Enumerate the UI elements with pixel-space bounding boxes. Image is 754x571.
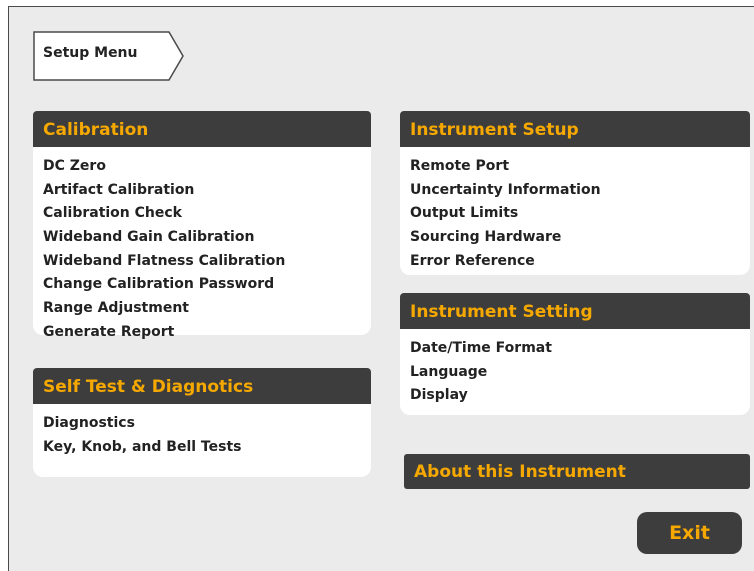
instrument-setup-list: Remote Port Uncertainty Information Outp… <box>400 147 750 274</box>
breadcrumb-label: Setup Menu <box>43 45 138 61</box>
menu-item-language[interactable]: Language <box>410 362 750 386</box>
menu-item-error-reference[interactable]: Error Reference <box>410 251 750 275</box>
menu-item-display[interactable]: Display <box>410 385 750 409</box>
calibration-panel: Calibration DC Zero Artifact Calibration… <box>33 111 371 340</box>
setup-menu-screen: Setup Menu Calibration DC Zero Artifact … <box>8 6 754 571</box>
breadcrumb[interactable]: Setup Menu <box>33 31 185 81</box>
menu-item-wideband-gain-calibration[interactable]: Wideband Gain Calibration <box>43 227 371 251</box>
self-test-panel: Self Test & Diagnotics Diagnostics Key, … <box>33 368 371 477</box>
calibration-list: DC Zero Artifact Calibration Calibration… <box>33 147 371 346</box>
instrument-setting-panel: Instrument Setting Date/Time Format Lang… <box>400 293 750 415</box>
instrument-setup-header: Instrument Setup <box>400 111 750 147</box>
menu-item-wideband-flatness-calibration[interactable]: Wideband Flatness Calibration <box>43 251 371 275</box>
instrument-setup-panel: Instrument Setup Remote Port Uncertainty… <box>400 111 750 275</box>
menu-item-calibration-check[interactable]: Calibration Check <box>43 203 371 227</box>
calibration-header: Calibration <box>33 111 371 147</box>
menu-item-key-knob-bell-tests[interactable]: Key, Knob, and Bell Tests <box>43 437 371 461</box>
menu-item-remote-port[interactable]: Remote Port <box>410 156 750 180</box>
menu-item-output-limits[interactable]: Output Limits <box>410 203 750 227</box>
menu-item-dc-zero[interactable]: DC Zero <box>43 156 371 180</box>
menu-item-diagnostics[interactable]: Diagnostics <box>43 413 371 437</box>
menu-item-range-adjustment[interactable]: Range Adjustment <box>43 298 371 322</box>
self-test-list: Diagnostics Key, Knob, and Bell Tests <box>33 404 371 460</box>
menu-item-date-time-format[interactable]: Date/Time Format <box>410 338 750 362</box>
about-instrument-button[interactable]: About this Instrument <box>404 454 750 489</box>
instrument-setting-list: Date/Time Format Language Display <box>400 329 750 409</box>
instrument-setting-header: Instrument Setting <box>400 293 750 329</box>
menu-item-change-calibration-password[interactable]: Change Calibration Password <box>43 274 371 298</box>
menu-item-generate-report[interactable]: Generate Report <box>43 322 371 346</box>
self-test-header: Self Test & Diagnotics <box>33 368 371 404</box>
menu-item-artifact-calibration[interactable]: Artifact Calibration <box>43 180 371 204</box>
exit-button[interactable]: Exit <box>637 512 742 554</box>
menu-item-sourcing-hardware[interactable]: Sourcing Hardware <box>410 227 750 251</box>
menu-item-uncertainty-information[interactable]: Uncertainty Information <box>410 180 750 204</box>
